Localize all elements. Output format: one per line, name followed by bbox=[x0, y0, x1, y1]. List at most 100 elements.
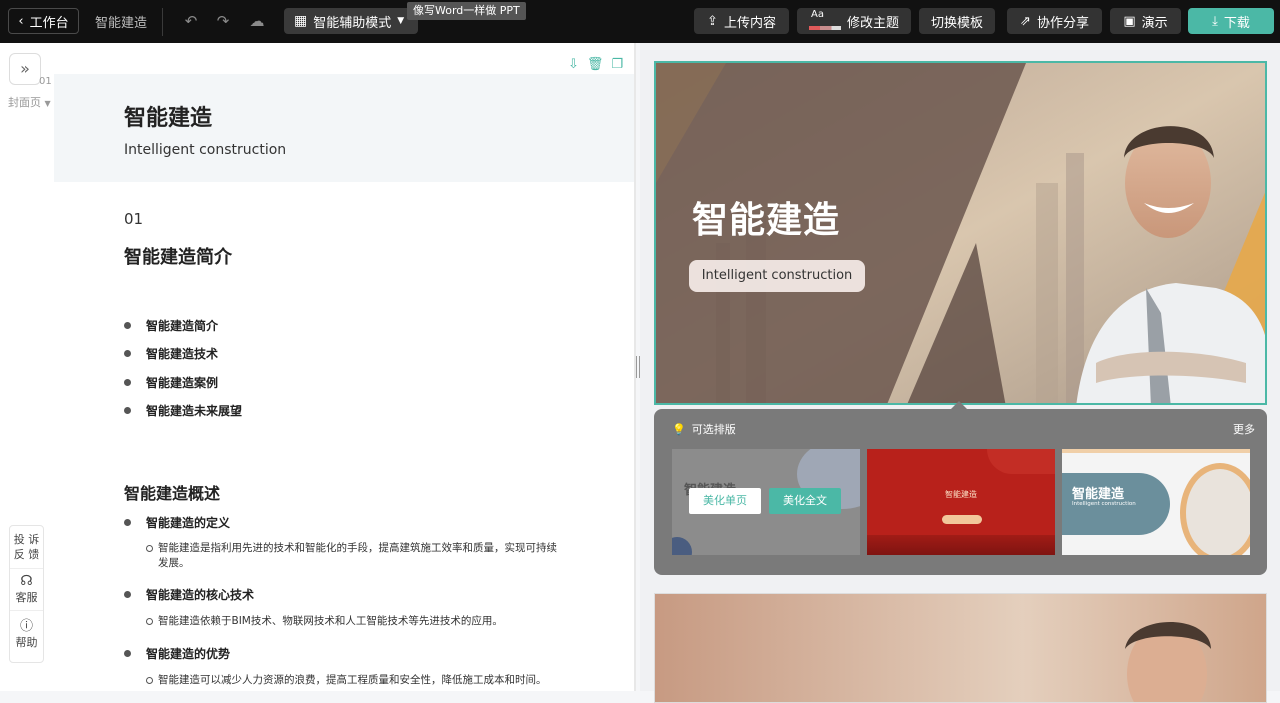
chevron-left-icon: ‹ bbox=[18, 13, 24, 29]
feedback-label-1: 投 诉 bbox=[13, 533, 40, 546]
cover-title[interactable]: 智能建造 bbox=[124, 100, 212, 132]
present-label: 演示 bbox=[1141, 15, 1168, 31]
help-button[interactable]: ⓘ 帮助 bbox=[10, 610, 43, 650]
help-label: 帮助 bbox=[15, 636, 38, 649]
section-title[interactable]: 智能建造简介 bbox=[124, 243, 232, 269]
slide-background bbox=[655, 594, 1266, 702]
expand-sidebar-button[interactable]: » bbox=[9, 53, 41, 85]
download-button[interactable]: ⤓ 下载 bbox=[1188, 8, 1274, 34]
assist-mode-dropdown[interactable]: ▦ 智能辅助模式 ▼ bbox=[284, 8, 418, 34]
thumb-pill bbox=[942, 515, 982, 524]
theme-swatch-icon: Aa bbox=[808, 9, 841, 31]
mode-label: 智能辅助模式 bbox=[313, 15, 392, 31]
template-label: 切换模板 bbox=[930, 15, 983, 31]
change-theme-button[interactable]: Aa 修改主题 bbox=[797, 8, 911, 34]
second-slide-preview[interactable] bbox=[654, 593, 1267, 703]
feedback-label-2: 反 馈 bbox=[13, 548, 40, 561]
layout-panel-title: 可选排版 bbox=[691, 423, 736, 436]
layout-thumbnail-red[interactable]: 智能建造 bbox=[867, 449, 1055, 555]
trash-icon[interactable]: 🗑 bbox=[587, 57, 604, 72]
customer-service-button[interactable]: ☊ 客服 bbox=[10, 568, 43, 605]
toolbar-divider bbox=[162, 8, 163, 36]
download-icon: ⤓ bbox=[1212, 13, 1218, 29]
switch-template-button[interactable]: 切换模板 bbox=[919, 8, 995, 34]
thumb-band bbox=[1062, 449, 1250, 453]
present-button[interactable]: ▣ 演示 bbox=[1110, 8, 1181, 34]
slide-title: 智能建造 bbox=[692, 200, 841, 241]
thumb-title: 智能建造 bbox=[1072, 487, 1125, 502]
download-label: 下载 bbox=[1223, 15, 1250, 31]
thumb-blob bbox=[672, 537, 692, 555]
undo-icon[interactable]: ↶ bbox=[182, 12, 200, 30]
share-icon: ⇗ bbox=[1020, 13, 1031, 29]
section-number[interactable]: 01 bbox=[124, 210, 143, 228]
overview-heading[interactable]: 智能建造概述 bbox=[124, 480, 220, 504]
cover-slide-preview[interactable]: 智能建造 Intelligent construction bbox=[654, 61, 1267, 405]
thumb-decor bbox=[987, 449, 1055, 474]
page-type-dropdown[interactable]: 封面页 ▼ bbox=[8, 94, 51, 110]
page-type-label: 封面页 bbox=[8, 96, 41, 109]
present-icon: ▣ bbox=[1123, 13, 1136, 29]
thumb-title: 智能建造 bbox=[945, 490, 977, 499]
feedback-button[interactable]: 投 诉 反 馈 bbox=[10, 526, 43, 562]
cover-subtitle[interactable]: Intelligent construction bbox=[124, 142, 286, 158]
point-detail-text: 智能建造是指利用先进的技术和智能化的手段，提高建筑施工效率和质量，实现可持续发展… bbox=[158, 542, 557, 569]
back-to-workspace-button[interactable]: ‹ 工作台 bbox=[8, 8, 79, 34]
caret-down-icon: ▼ bbox=[44, 99, 51, 108]
point-detail[interactable]: 智能建造可以减少人力资源的浪费，提高工程质量和安全性，降低施工成本和时间。 bbox=[146, 673, 566, 688]
mode-tooltip: 像写Word一样做 PPT bbox=[407, 2, 526, 20]
layout-thumbnail-blue[interactable]: 智能建造 Intelligent construction bbox=[1062, 449, 1250, 555]
caret-down-icon: ▼ bbox=[397, 16, 405, 26]
slide-preview-pane: 智能建造 Intelligent construction 💡 可选排版 更多 … bbox=[640, 43, 1280, 703]
redo-icon[interactable]: ↷ bbox=[214, 12, 232, 30]
question-icon: ⓘ bbox=[19, 619, 33, 634]
toc-item-text: 智能建造技术 bbox=[146, 347, 219, 361]
beautify-all-button[interactable]: 美化全文 bbox=[769, 488, 841, 514]
point-detail[interactable]: 智能建造依赖于BIM技术、物联网技术和人工智能技术等先进技术的应用。 bbox=[146, 614, 566, 629]
point-title-text: 智能建造的定义 bbox=[146, 516, 231, 530]
toc-item[interactable]: 智能建造简介 bbox=[124, 317, 218, 334]
help-sidebar: 投 诉 反 馈 ☊ 客服 ⓘ 帮助 bbox=[9, 525, 44, 663]
upload-icon: ⇪ bbox=[707, 13, 718, 29]
point-title[interactable]: 智能建造的优势 bbox=[124, 645, 230, 662]
thumb-skyline bbox=[867, 535, 1055, 555]
point-title[interactable]: 智能建造的核心技术 bbox=[124, 586, 254, 603]
toc-item-text: 智能建造简介 bbox=[146, 319, 219, 333]
layout-panel-header: 💡 可选排版 bbox=[672, 421, 736, 437]
more-layouts-link[interactable]: 更多 bbox=[1233, 421, 1255, 437]
point-title-text: 智能建造的核心技术 bbox=[146, 588, 255, 602]
toc-item-text: 智能建造未来展望 bbox=[146, 404, 243, 418]
toc-item[interactable]: 智能建造案例 bbox=[124, 374, 218, 391]
point-title-text: 智能建造的优势 bbox=[146, 647, 231, 661]
layout-thumbnail-current[interactable]: 智能建造 美化单页 美化全文 bbox=[672, 449, 860, 555]
copy-icon[interactable]: ❐ bbox=[611, 57, 623, 72]
toc-item[interactable]: 智能建造技术 bbox=[124, 345, 218, 362]
top-toolbar: ‹ 工作台 智能建造 ↶ ↷ ☁ ▦ 智能辅助模式 ▼ 像写Word一样做 PP… bbox=[0, 0, 1280, 43]
toc-item-text: 智能建造案例 bbox=[146, 376, 219, 390]
share-label: 协作分享 bbox=[1036, 15, 1089, 31]
upload-label: 上传内容 bbox=[723, 15, 776, 31]
page-number: 01 bbox=[39, 76, 52, 87]
insert-below-icon[interactable]: ⇩ bbox=[568, 57, 579, 72]
block-tools: ⇩ 🗑 ❐ bbox=[568, 57, 623, 72]
panel-caret bbox=[951, 401, 967, 409]
slide-subtitle: Intelligent construction bbox=[689, 260, 865, 292]
cloud-sync-icon[interactable]: ☁ bbox=[248, 12, 266, 30]
layout-icon: ▦ bbox=[294, 13, 308, 29]
share-button[interactable]: ⇗ 协作分享 bbox=[1007, 8, 1102, 34]
point-detail-text: 智能建造依赖于BIM技术、物联网技术和人工智能技术等先进技术的应用。 bbox=[158, 615, 503, 627]
point-detail-text: 智能建造可以减少人力资源的浪费，提高工程质量和安全性，降低施工成本和时间。 bbox=[158, 674, 547, 686]
point-title[interactable]: 智能建造的定义 bbox=[124, 514, 230, 531]
theme-label: 修改主题 bbox=[846, 15, 899, 31]
document-name[interactable]: 智能建造 bbox=[95, 12, 147, 31]
layout-options-panel: 💡 可选排版 更多 智能建造 美化单页 美化全文 智能建造 智能建造 Intel… bbox=[654, 401, 1267, 575]
service-label: 客服 bbox=[15, 591, 38, 604]
upload-content-button[interactable]: ⇪ 上传内容 bbox=[694, 8, 789, 34]
point-detail[interactable]: 智能建造是指利用先进的技术和智能化的手段，提高建筑施工效率和质量，实现可持续发展… bbox=[146, 541, 566, 571]
thumb-subtitle: Intelligent construction bbox=[1072, 501, 1136, 507]
beautify-page-button[interactable]: 美化单页 bbox=[689, 488, 761, 514]
cover-block[interactable]: 智能建造 Intelligent construction bbox=[54, 74, 634, 182]
outline-editor: » 01 封面页 ▼ ⇩ 🗑 ❐ 智能建造 Intelligent constr… bbox=[0, 43, 634, 691]
toc-item[interactable]: 智能建造未来展望 bbox=[124, 402, 242, 419]
headset-icon: ☊ bbox=[20, 573, 33, 589]
